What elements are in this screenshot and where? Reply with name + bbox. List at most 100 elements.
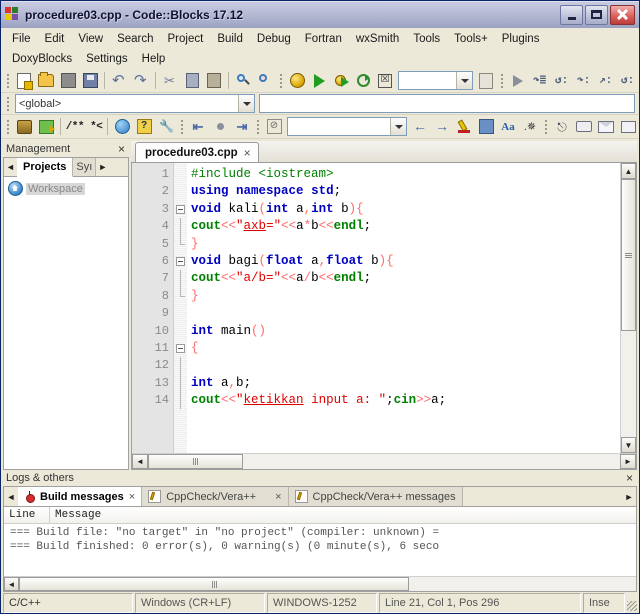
logs-horizontal-scrollbar[interactable]: ◄ [4, 576, 636, 591]
fold-marker[interactable] [174, 357, 187, 375]
doxyblocks-extract-icon[interactable] [13, 116, 35, 137]
menu-doxyblocks[interactable]: DoxyBlocks [5, 51, 79, 67]
fold-marker[interactable] [174, 340, 187, 357]
debug-step-into-instruction-icon[interactable]: ↺: [617, 70, 639, 91]
fold-marker[interactable] [174, 253, 187, 270]
debug-next-instruction-icon[interactable]: ↗: [595, 70, 617, 91]
tab-projects[interactable]: Projects [17, 158, 74, 177]
code-line[interactable]: cout<<"ketikkan input a: ";cin>>a; [191, 392, 620, 409]
scroll-left-button[interactable]: ◄ [132, 454, 148, 469]
tabs-prev-arrow-icon[interactable]: ◄ [4, 158, 17, 176]
menu-help[interactable]: Help [135, 51, 173, 67]
doxyblocks-config-icon[interactable]: 🔧 [155, 116, 177, 137]
tabs-next-arrow-icon[interactable]: ► [96, 158, 110, 176]
envelope-icon[interactable] [595, 116, 617, 137]
tab-cppcheck-messages[interactable]: CppCheck/Vera++ messages [288, 487, 463, 506]
clear-bookmarks-icon[interactable]: ⊘ [263, 116, 285, 137]
chevron-down-icon[interactable] [456, 72, 472, 89]
build-icon[interactable] [286, 70, 308, 91]
nav-back-icon[interactable]: ← [409, 116, 431, 137]
doxyblocks-wizard-icon[interactable] [35, 116, 57, 137]
fold-marker[interactable] [174, 166, 187, 183]
rebuild-icon[interactable] [352, 70, 374, 91]
toolbar-grip[interactable] [5, 95, 11, 113]
toolbar-grip[interactable] [5, 72, 11, 90]
editor-tab-procedure03[interactable]: procedure03.cpp × [135, 142, 259, 162]
doxyblocks-html-icon[interactable] [111, 116, 133, 137]
bookmark-dot-icon[interactable] [209, 116, 231, 137]
logtabs-prev-arrow-icon[interactable]: ◄ [4, 487, 18, 506]
code-line[interactable]: using namespace std; [191, 183, 620, 200]
editor-horizontal-scrollbar[interactable]: ◄ ► [132, 453, 636, 469]
copy-icon[interactable] [181, 70, 203, 91]
open-file-icon[interactable] [35, 70, 57, 91]
paste-icon[interactable] [203, 70, 225, 91]
fold-marker[interactable] [174, 323, 187, 340]
logs-hscroll-track[interactable] [409, 577, 636, 591]
undo-icon[interactable]: ↶ [108, 70, 130, 91]
scroll-down-button[interactable]: ▼ [621, 437, 636, 453]
tab-symbols[interactable]: Syı [73, 158, 97, 176]
menu-build[interactable]: Build [210, 31, 250, 47]
jump-forward-icon[interactable]: ⇥ [231, 116, 253, 137]
logs-close-icon[interactable]: × [624, 472, 635, 484]
toolbar-grip[interactable] [499, 72, 505, 90]
source-code-text[interactable]: #include <iostream> using namespace std; v… [187, 163, 620, 453]
debug-step-out-icon[interactable]: ↷: [573, 70, 595, 91]
menu-project[interactable]: Project [161, 31, 211, 47]
redo-icon[interactable]: ↷ [130, 70, 152, 91]
bookmark-icon[interactable] [475, 116, 497, 137]
code-area[interactable]: 1 2 3 4 5 6 7 8 9 10 11 12 13 14 #include <iostream> u… [132, 163, 620, 453]
maximize-button[interactable] [585, 4, 608, 25]
whitespace-icon[interactable]: .✵ [519, 116, 541, 137]
code-line[interactable]: } [191, 236, 620, 253]
debug-step-into-icon[interactable]: ↺: [551, 70, 573, 91]
menu-file[interactable]: File [5, 31, 38, 47]
function-combo[interactable] [259, 94, 635, 113]
vscroll-track[interactable] [621, 179, 636, 437]
close-button[interactable] [610, 4, 635, 25]
logs-hscroll-thumb[interactable] [19, 577, 409, 591]
code-line[interactable]: void kali(int a,int b){ [191, 201, 620, 218]
build-and-run-icon[interactable] [330, 70, 352, 91]
menu-search[interactable]: Search [110, 31, 160, 47]
menu-tools[interactable]: Tools [406, 31, 447, 47]
fold-marker[interactable] [174, 201, 187, 218]
menu-debug[interactable]: Debug [250, 31, 298, 47]
incremental-search-input[interactable] [287, 117, 407, 136]
tab-build-messages[interactable]: Build messages × [18, 487, 143, 506]
abort-icon[interactable]: ☒ [374, 70, 396, 91]
code-line[interactable]: #include <iostream> [191, 166, 620, 183]
code-line[interactable]: int main() [191, 323, 620, 340]
toolbar-grip[interactable] [543, 118, 549, 136]
code-line[interactable]: cout<<"axb="<<a*b<<endl; [191, 218, 620, 235]
code-line[interactable]: void bagi(float a,float b){ [191, 253, 620, 270]
management-close-icon[interactable]: × [116, 143, 127, 155]
tab-cppcheck-close-icon[interactable]: × [261, 491, 281, 503]
code-line[interactable]: cout<<"a/b="<<a/b<<endl; [191, 270, 620, 287]
jump-back-icon[interactable]: ⇤ [187, 116, 209, 137]
fold-marker[interactable] [174, 392, 187, 410]
hscroll-thumb[interactable] [148, 454, 243, 469]
scroll-right-button[interactable]: ► [620, 454, 636, 469]
code-folding-margin[interactable] [174, 163, 187, 453]
code-line[interactable] [191, 305, 620, 322]
code-line[interactable]: { [191, 340, 620, 357]
fold-marker[interactable] [174, 235, 187, 253]
scroll-up-button[interactable]: ▲ [621, 163, 636, 179]
build-target-combo[interactable] [398, 71, 473, 90]
menu-wxsmith[interactable]: wxSmith [349, 31, 406, 47]
tree-item-workspace[interactable]: Workspace [6, 180, 126, 197]
tab-build-messages-close-icon[interactable]: × [129, 491, 135, 503]
toolbar-grip[interactable] [278, 72, 284, 90]
chevron-down-icon[interactable] [238, 95, 254, 112]
tab-cppcheck[interactable]: CppCheck/Vera++ × [142, 487, 289, 506]
run-icon[interactable] [308, 70, 330, 91]
menu-fortran[interactable]: Fortran [298, 31, 349, 47]
dialog-icon[interactable] [617, 116, 639, 137]
code-line[interactable]: int a,b; [191, 375, 620, 392]
nav-forward-icon[interactable]: → [431, 116, 453, 137]
fold-marker[interactable] [174, 287, 187, 305]
highlight-icon[interactable] [453, 116, 475, 137]
menu-tools-plus[interactable]: Tools+ [447, 31, 495, 47]
